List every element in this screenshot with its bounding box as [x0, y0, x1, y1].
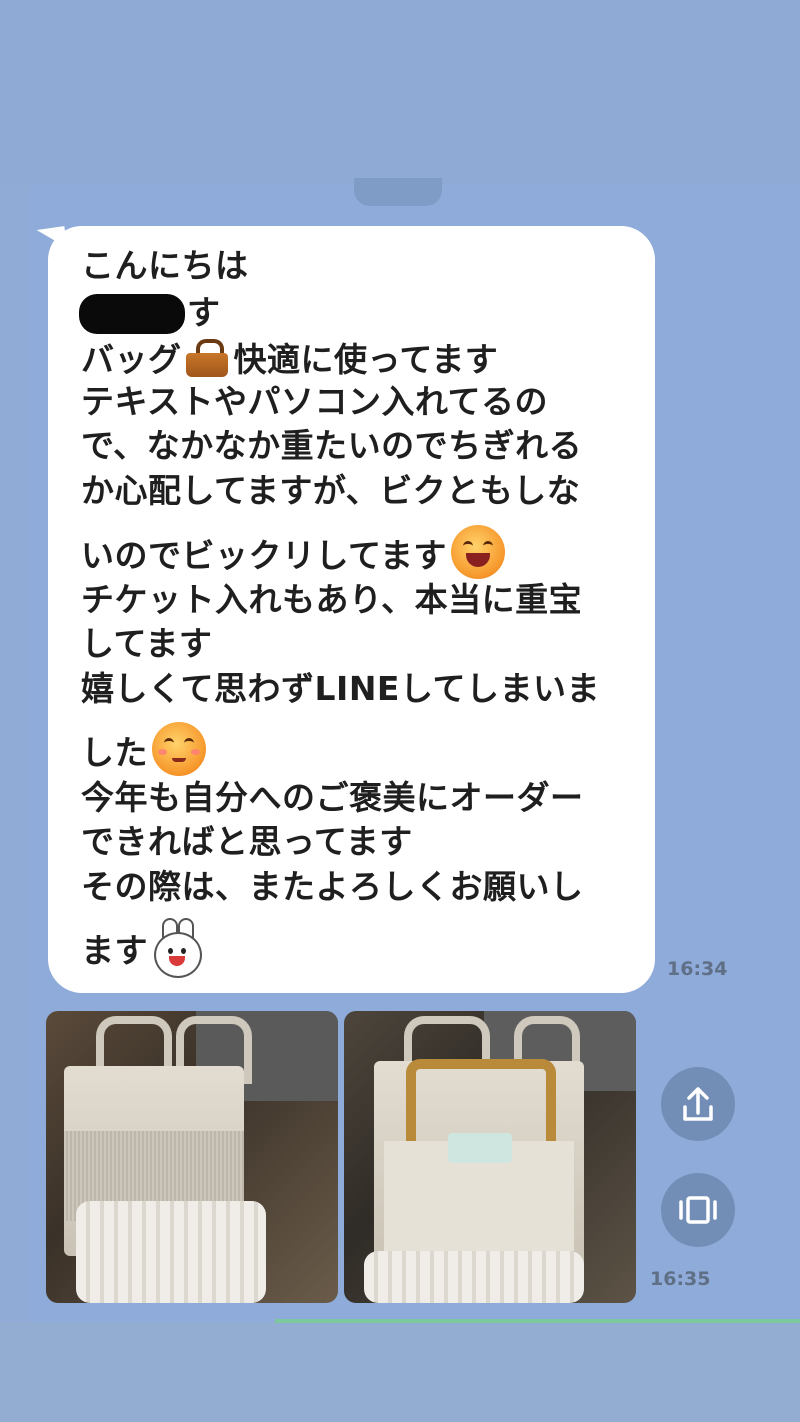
grinning-face-icon — [450, 525, 505, 579]
message-line: こんにちは — [81, 246, 249, 285]
message-line: できればと思ってます — [81, 822, 413, 861]
message-line: す — [187, 293, 221, 332]
message-line-with-emoji: バッグ 快適に使ってます — [81, 337, 498, 380]
handbag-icon — [184, 337, 230, 377]
message-text: いのでビックリしてます — [81, 536, 447, 575]
share-icon — [683, 1087, 713, 1121]
view-all-button[interactable] — [661, 1173, 735, 1247]
message-line: その際は、またよろしくお願いし — [81, 867, 584, 906]
photo-bag-front[interactable] — [46, 1011, 338, 1303]
view-all-icon — [679, 1196, 717, 1224]
divider-line — [275, 1319, 800, 1323]
message-timestamp: 16:34 — [667, 958, 728, 980]
message-text: 快適に使ってます — [233, 340, 499, 379]
redaction-mark — [79, 294, 185, 334]
photo-bag-on-trolley[interactable] — [344, 1011, 636, 1303]
message-line: で、なかなか重たいのでちぎれる — [81, 426, 583, 465]
message-line-with-emoji: ます — [81, 918, 202, 978]
message-text: ます — [81, 931, 148, 970]
message-line: テキストやパソコン入れてるの — [81, 382, 549, 421]
share-button[interactable] — [661, 1067, 735, 1141]
message-line: 今年も自分へのご褒美にオーダー — [81, 778, 584, 817]
message-line: 嬉しくて思わずLINEしてしまいま — [81, 669, 600, 708]
bottom-background — [0, 1322, 800, 1422]
message-line: か心配してますが、ビクともしな — [81, 471, 581, 510]
top-background — [0, 0, 800, 185]
bunny-sticker-icon — [152, 918, 202, 978]
message-line-with-emoji: した — [81, 722, 206, 776]
message-text: バッグ — [81, 340, 182, 379]
message-line: してます — [81, 624, 213, 663]
message-text: した — [81, 733, 148, 772]
message-line: チケット入れもあり、本当に重宝 — [81, 580, 583, 619]
message-line-with-emoji: いのでビックリしてます — [81, 525, 505, 579]
date-separator — [354, 178, 442, 206]
photos-timestamp: 16:35 — [650, 1268, 711, 1290]
blushing-face-icon — [152, 722, 206, 776]
